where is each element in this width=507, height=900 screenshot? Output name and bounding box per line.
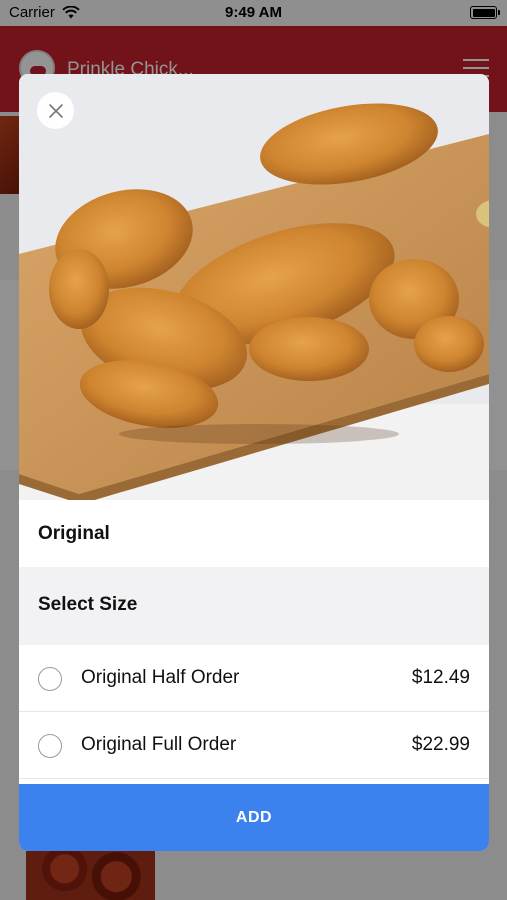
size-option-half[interactable]: Original Half Order $12.49 xyxy=(19,645,489,712)
item-modal: Original Select Size Original Half Order… xyxy=(19,74,489,851)
option-label: Original Half Order xyxy=(81,667,240,688)
add-button[interactable]: ADD xyxy=(19,784,489,851)
item-name-row: Original xyxy=(19,500,489,567)
size-section-header: Select Size xyxy=(19,567,489,645)
radio-button[interactable] xyxy=(38,667,62,691)
close-icon xyxy=(48,103,63,118)
option-price: $12.49 xyxy=(411,667,470,688)
option-label: Original Full Order xyxy=(81,734,237,755)
size-option-full[interactable]: Original Full Order $22.99 xyxy=(19,712,489,779)
item-name: Original xyxy=(38,523,110,544)
food-image xyxy=(19,74,489,500)
radio-button[interactable] xyxy=(38,734,62,758)
size-section-title: Select Size xyxy=(38,594,138,615)
option-price: $22.99 xyxy=(411,734,470,755)
close-button[interactable] xyxy=(37,92,74,129)
